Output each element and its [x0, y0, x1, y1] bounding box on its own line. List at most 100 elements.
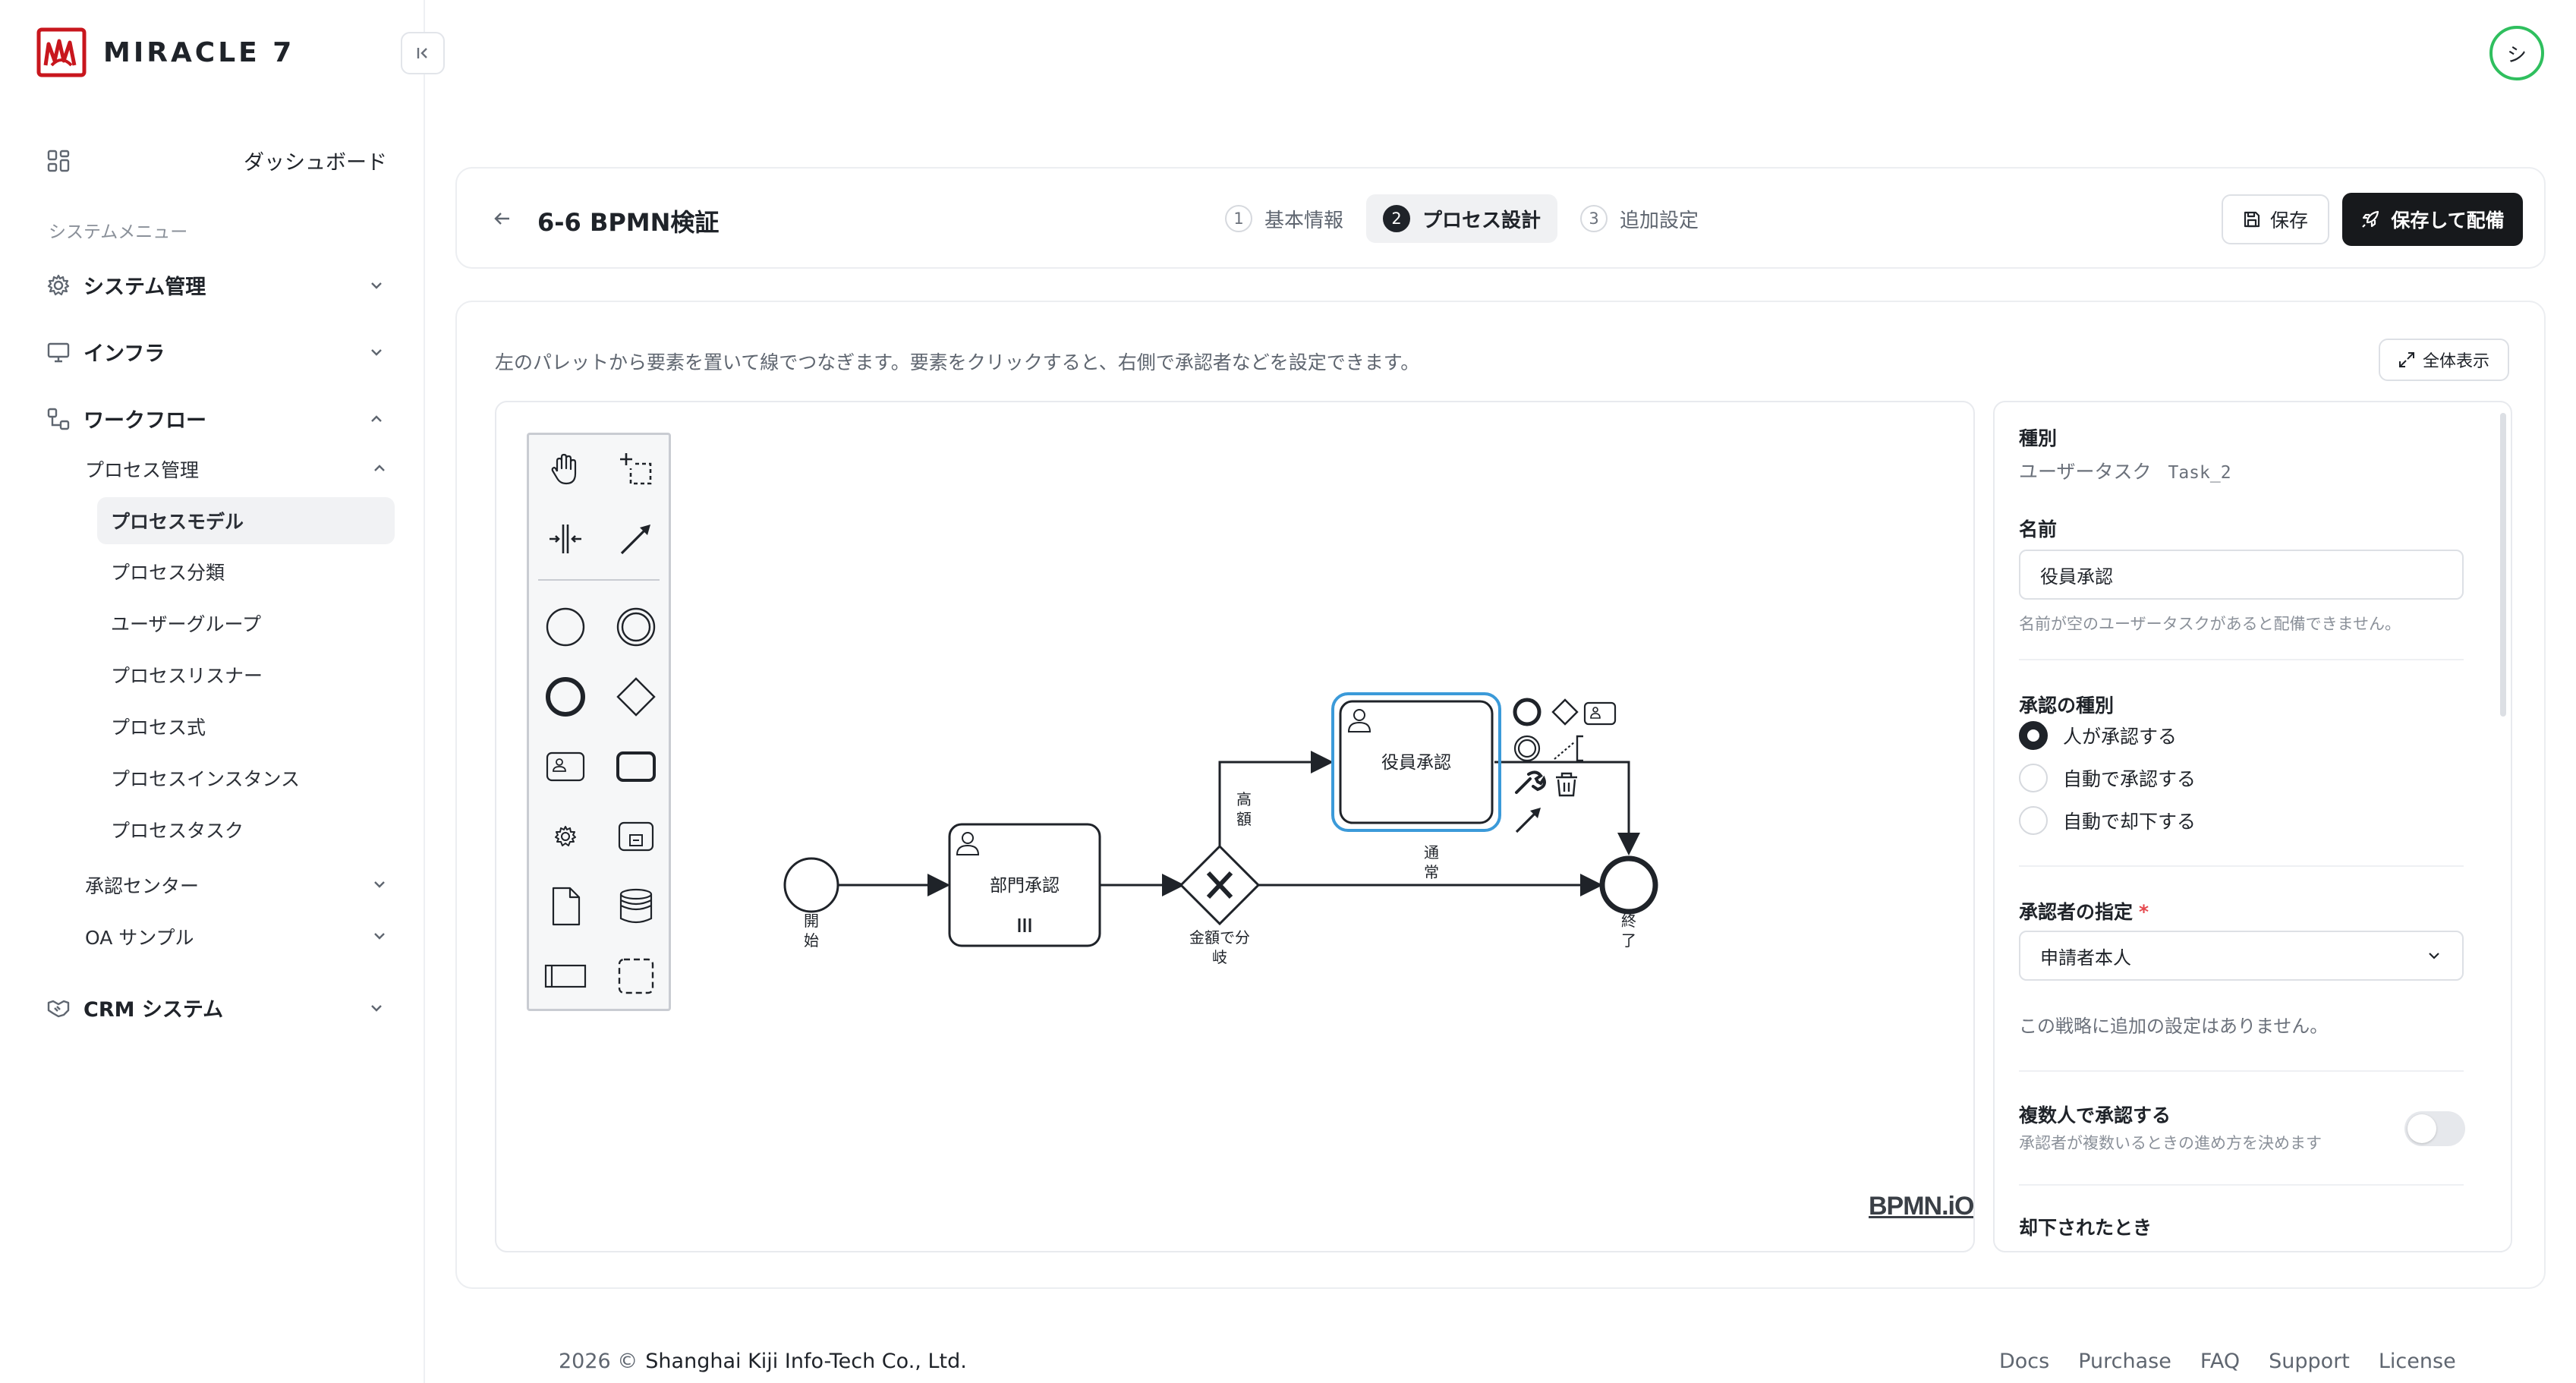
nav-group-crm-label: CRM システム: [83, 998, 224, 1022]
footer-link-purchase[interactable]: Purchase: [2078, 1350, 2171, 1373]
start-event[interactable]: [783, 857, 839, 913]
footer-links: Docs Purchase FAQ Support License: [1999, 1350, 2456, 1373]
nav-item-process-expression[interactable]: プロセス式: [97, 703, 395, 750]
nav-process-mgmt[interactable]: プロセス管理: [85, 455, 387, 483]
name-help: 名前が空のユーザータスクがあると配備できません。: [2019, 615, 2401, 633]
fullscreen-button[interactable]: 全体表示: [2379, 339, 2509, 381]
expand-icon: [2398, 352, 2414, 367]
radio-auto-approve[interactable]: 自動で承認する: [2019, 764, 2196, 792]
approver-note: この戦略に追加の設定はありません。: [2019, 1016, 2329, 1037]
chevron-down-icon: [366, 342, 387, 363]
append-end-event-icon[interactable]: [1513, 698, 1542, 726]
fullscreen-label: 全体表示: [2422, 352, 2489, 371]
footer-link-license[interactable]: License: [2379, 1350, 2456, 1373]
nav-dashboard-label: ダッシュボード: [244, 151, 387, 175]
chevron-down-icon: [2429, 953, 2439, 959]
nav-item-user-group[interactable]: ユーザーグループ: [97, 600, 395, 647]
nav-oa-sample[interactable]: OA サンプル: [85, 923, 387, 950]
step-extra-settings[interactable]: 3 追加設定: [1564, 194, 1715, 243]
approver-select[interactable]: 申請者本人: [2019, 931, 2464, 981]
append-intermediate-event-icon[interactable]: [1513, 735, 1541, 762]
divider: [2019, 865, 2464, 867]
end-event[interactable]: [1599, 855, 1658, 915]
step-label: プロセス設計: [1422, 209, 1542, 232]
required-mark: *: [2139, 901, 2149, 923]
flow-normal-label-line2: 常: [1424, 863, 1439, 881]
radio-human-approve[interactable]: 人が承認する: [2019, 721, 2177, 750]
avatar[interactable]: シ: [2489, 26, 2544, 80]
footer-company: Shanghai Kiji Info-Tech Co., Ltd.: [645, 1350, 967, 1373]
collapse-left-icon: [417, 48, 427, 58]
multi-approver-heading: 複数人で承認する: [2019, 1104, 2171, 1126]
save-and-deploy-label: 保存して配備: [2391, 209, 2505, 232]
nav-process-mgmt-label: プロセス管理: [85, 459, 200, 481]
connect-icon[interactable]: [1515, 808, 1541, 833]
properties-panel: 種別 ユーザータスク Task_2 名前 役員承認 名前が空のユーザータスクがあ…: [1993, 401, 2512, 1252]
name-field[interactable]: 役員承認: [2019, 550, 2464, 600]
trash-icon[interactable]: [1556, 772, 1577, 797]
chevron-down-icon: [366, 997, 387, 1019]
bpmn-canvas[interactable]: 開 始 部門承認 金額で分 岐 高 額 通 常 役員承認 終 了 BPMN.iO: [495, 401, 1975, 1252]
nav-item-process-task[interactable]: プロセスタスク: [97, 806, 395, 853]
wrench-icon[interactable]: [1515, 770, 1546, 794]
workflow-icon: [46, 406, 71, 432]
nav-item-process-category[interactable]: プロセス分類: [97, 548, 395, 595]
back-button[interactable]: [486, 202, 519, 235]
nav-group-workflow[interactable]: ワークフロー: [46, 404, 387, 433]
nav-dashboard[interactable]: ダッシュボード: [46, 146, 387, 175]
radio-indicator[interactable]: [2019, 764, 2048, 792]
nav-group-workflow-label: ワークフロー: [83, 409, 206, 433]
append-text-annotation-icon[interactable]: [1554, 735, 1583, 762]
step-indicator: 1 基本情報 2 プロセス設計 3 追加設定: [1208, 194, 1721, 243]
arrow-left-icon: [494, 213, 509, 225]
append-task-icon[interactable]: [1583, 701, 1617, 726]
gateway-label-line2: 岐: [1212, 948, 1227, 966]
type-heading: 種別: [2019, 427, 2058, 449]
step-label: 追加設定: [1620, 209, 1699, 232]
start-event-label-line1: 開: [804, 912, 819, 930]
type-id: Task_2: [2168, 463, 2231, 483]
nav-group-crm[interactable]: CRM システム: [46, 993, 387, 1022]
radio-indicator[interactable]: [2019, 806, 2048, 835]
gear-icon: [46, 273, 71, 298]
nav-group-system-label: システム管理: [83, 276, 206, 299]
append-gateway-icon[interactable]: [1551, 698, 1579, 726]
save-button[interactable]: 保存: [2222, 194, 2329, 244]
footer-link-faq[interactable]: FAQ: [2200, 1350, 2240, 1373]
approver-select-value: 申請者本人: [2040, 947, 2131, 969]
bpmn-diagram: 開 始 部門承認 金額で分 岐 高 額 通 常 役員承認 終 了: [783, 692, 1658, 966]
approver-heading-row: 承認者の指定 *: [2019, 897, 2149, 925]
gateway-label-line1: 金額で分: [1189, 928, 1250, 947]
multi-approver-toggle[interactable]: [2404, 1111, 2465, 1146]
footer-year: 2026 ©: [559, 1350, 638, 1373]
radio-auto-reject[interactable]: 自動で却下する: [2019, 806, 2196, 835]
step-process-design[interactable]: 2 プロセス設計: [1366, 194, 1558, 243]
footer-link-docs[interactable]: Docs: [1999, 1350, 2049, 1373]
bpmn-io-watermark[interactable]: BPMN.iO: [1869, 1192, 1973, 1221]
radio-label: 自動で却下する: [2063, 811, 2197, 833]
step-basic-info[interactable]: 1 基本情報: [1208, 194, 1360, 243]
rocket-icon: [2362, 210, 2379, 228]
properties-scrollbar[interactable]: [2500, 413, 2506, 717]
nav-oa-sample-label: OA サンプル: [85, 927, 194, 949]
brand-logo-icon: [36, 27, 87, 77]
brand[interactable]: MIRACLE 7: [36, 27, 294, 77]
nav-approval-center[interactable]: 承認センター: [85, 871, 387, 899]
nav-group-infra[interactable]: インフラ: [46, 337, 387, 367]
editor-hint: 左のパレットから要素を置いて線でつなぎます。要素をクリックすると、右側で承認者な…: [495, 351, 1420, 373]
chevron-up-icon: [366, 408, 387, 430]
start-event-label-line2: 始: [804, 931, 819, 950]
nav-item-process-instance[interactable]: プロセスインスタンス: [97, 755, 395, 802]
save-and-deploy-button[interactable]: 保存して配備: [2342, 193, 2523, 246]
radio-indicator[interactable]: [2019, 721, 2048, 750]
nav-item-process-listener[interactable]: プロセスリスナー: [97, 651, 395, 698]
footer-link-support[interactable]: Support: [2269, 1350, 2350, 1373]
collapse-sidebar-button[interactable]: [401, 32, 445, 74]
name-heading: 名前: [2019, 518, 2058, 540]
step-number: 2: [1383, 205, 1411, 232]
flow-high-label-line2: 額: [1236, 810, 1252, 828]
nav-item-process-model[interactable]: プロセスモデル: [97, 497, 395, 544]
page-title: 6-6 BPMN検証: [537, 208, 720, 237]
nav-group-system[interactable]: システム管理: [46, 270, 387, 300]
approver-heading: 承認者の指定: [2019, 901, 2134, 923]
